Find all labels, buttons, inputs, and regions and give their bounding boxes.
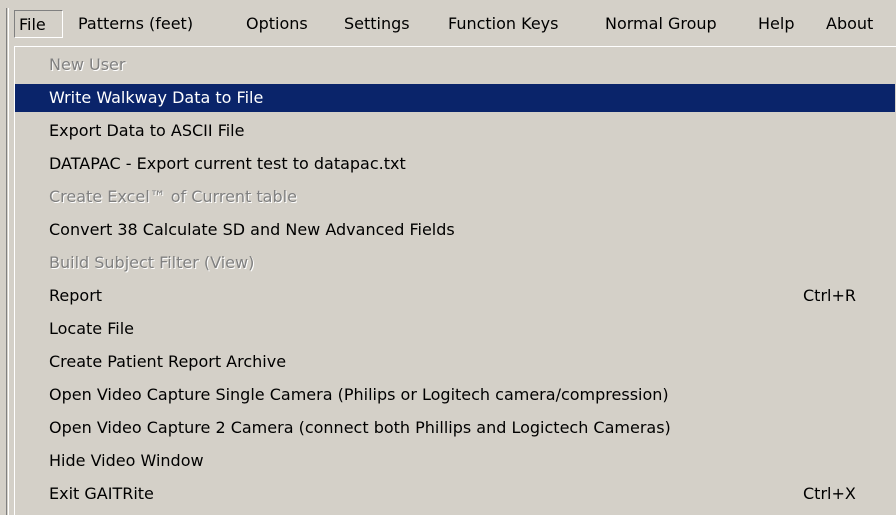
menu-item-shortcut: Ctrl+X xyxy=(803,484,856,503)
menu-item-label: Write Walkway Data to File xyxy=(49,88,264,107)
menu-item-label: Locate File xyxy=(49,319,134,338)
menu-item-label: Open Video Capture Single Camera (Philip… xyxy=(49,385,669,404)
menu-function-keys[interactable]: Function Keys xyxy=(448,10,558,38)
menu-item-label: Exit GAITRite xyxy=(49,484,154,503)
menu-item-label: Build Subject Filter (View) xyxy=(49,253,255,272)
menu-item-label: DATAPAC - Export current test to datapac… xyxy=(49,154,406,173)
menu-item-label: New User xyxy=(49,55,126,74)
menu-item-build-subject-filter: Build Subject Filter (View) xyxy=(15,249,895,277)
menu-item-new-user: New User xyxy=(15,51,895,79)
menu-about[interactable]: About xyxy=(826,10,873,38)
menu-item-datapac-export[interactable]: DATAPAC - Export current test to datapac… xyxy=(15,150,895,178)
menu-item-label: Report xyxy=(49,286,103,305)
menu-item-report[interactable]: Report Ctrl+R xyxy=(15,282,895,310)
menu-options[interactable]: Options xyxy=(246,10,308,38)
menu-bar: File Patterns (feet) Options Settings Fu… xyxy=(0,0,896,515)
menu-patterns[interactable]: Patterns (feet) xyxy=(78,10,193,38)
menu-item-label: Export Data to ASCII File xyxy=(49,121,245,140)
menu-item-exit[interactable]: Exit GAITRite Ctrl+X xyxy=(15,480,895,508)
menu-file[interactable]: File xyxy=(14,10,63,38)
menu-item-hide-video[interactable]: Hide Video Window xyxy=(15,447,895,475)
menu-item-write-walkway-data[interactable]: Write Walkway Data to File xyxy=(15,84,895,112)
menu-item-video-2-camera[interactable]: Open Video Capture 2 Camera (connect bot… xyxy=(15,414,895,442)
menu-item-video-single-camera[interactable]: Open Video Capture Single Camera (Philip… xyxy=(15,381,895,409)
menu-item-create-excel: Create Excel™ of Current table xyxy=(15,183,895,211)
menu-item-label: Hide Video Window xyxy=(49,451,204,470)
menu-help[interactable]: Help xyxy=(758,10,794,38)
menu-item-convert-38[interactable]: Convert 38 Calculate SD and New Advanced… xyxy=(15,216,895,244)
menu-item-shortcut: Ctrl+R xyxy=(803,286,856,305)
menu-item-label: Create Patient Report Archive xyxy=(49,352,287,371)
menu-item-export-ascii[interactable]: Export Data to ASCII File xyxy=(15,117,895,145)
menu-bar-grip xyxy=(6,8,9,515)
menu-item-locate-file[interactable]: Locate File xyxy=(15,315,895,343)
file-menu-dropdown: New User Write Walkway Data to File Export… xyxy=(14,46,896,515)
menu-normal-group[interactable]: Normal Group xyxy=(605,10,717,38)
menu-item-label: Convert 38 Calculate SD and New Advanced… xyxy=(49,220,455,239)
menu-settings[interactable]: Settings xyxy=(344,10,410,38)
menu-item-label: Open Video Capture 2 Camera (connect bot… xyxy=(49,418,671,437)
menu-item-label: Create Excel™ of Current table xyxy=(49,187,297,206)
menu-item-create-archive[interactable]: Create Patient Report Archive xyxy=(15,348,895,376)
